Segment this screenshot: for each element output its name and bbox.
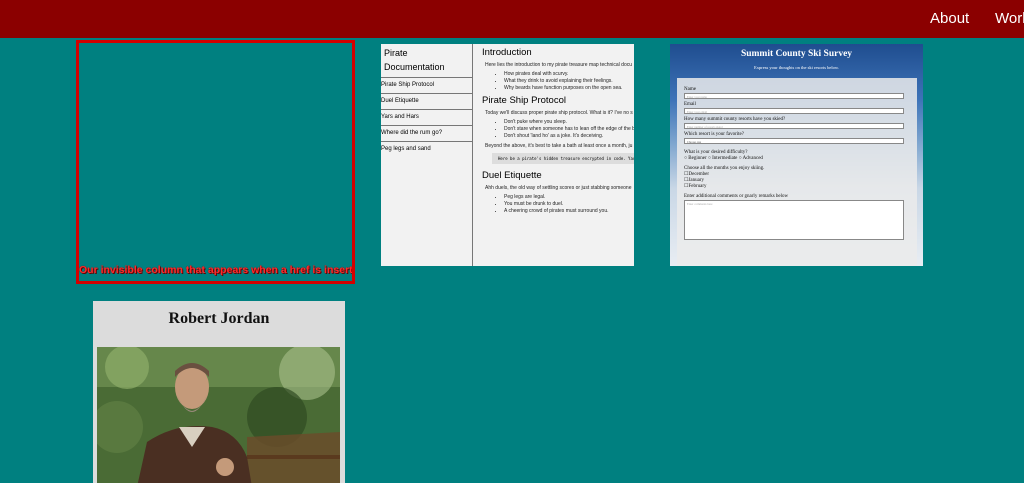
survey-title: Summit County Ski Survey (740, 49, 853, 59)
doc-paragraph: Beyond the above, it's best to take a ba… (485, 143, 633, 149)
doc-code-block: Here be a pirate's hidden treasure encry… (492, 153, 634, 164)
resorts-field[interactable]: Enter number of resorts skied (684, 123, 904, 129)
list-item: How pirates deal with scurvy. (504, 71, 634, 77)
doc-list: Peg legs are legal. You must be drunk to… (482, 194, 634, 214)
nav-link-work[interactable]: Work (995, 10, 1024, 27)
ski-survey-thumbnail[interactable]: Summit County Ski Survey Express your th… (670, 44, 923, 266)
favorite-label: Which resort is your favorite? (684, 132, 744, 137)
doc-heading: Pirate Ship Protocol (482, 95, 566, 106)
doc-nav-item[interactable]: Pirate Ship Protocol (381, 78, 472, 94)
difficulty-label: What is your desired difficulty? (684, 150, 748, 155)
doc-paragraph: Ahh duels, the old way of settling score… (485, 185, 632, 191)
doc-nav-item[interactable]: Duel Etiquette (381, 94, 472, 110)
favorite-select[interactable]: Choose one (684, 138, 904, 144)
pirate-docs-thumbnail[interactable]: Pirate Documentation Pirate Ship Protoco… (381, 44, 634, 266)
doc-paragraph: Here lies the introduction to my pirate … (485, 62, 633, 68)
author-card[interactable]: Robert Jordan (93, 301, 345, 483)
survey-form: Name Enter your name Email Enter your em… (677, 78, 917, 266)
doc-nav-item[interactable]: Yars and Hars (381, 110, 472, 126)
comments-textarea[interactable]: Enter comments here (684, 200, 904, 240)
radio-label: Beginner (688, 156, 707, 161)
survey-subtitle: Express your thoughts on the ski resorts… (754, 65, 839, 70)
list-item: A cheering crowd of pirates must surroun… (504, 208, 634, 214)
radio-label: Intermediate (712, 156, 738, 161)
radio-label: Advanced (742, 156, 763, 161)
author-name: Robert Jordan (168, 310, 270, 327)
list-item: Don't shout 'land ho' as a joke. It's de… (504, 133, 634, 139)
doc-paragraph: Today we'll discuss proper pirate ship p… (485, 110, 633, 116)
doc-heading: Introduction (482, 47, 532, 58)
comments-label: Enter additional comments or gnarly rema… (684, 194, 789, 199)
name-field[interactable]: Enter your name (684, 93, 904, 99)
resorts-label: How many summit county resorts have you … (684, 117, 786, 122)
doc-heading: Duel Etiquette (482, 170, 542, 181)
doc-list: How pirates deal with scurvy. What they … (482, 71, 634, 91)
author-photo (97, 347, 340, 483)
list-item: What they drink to avoid explaining thei… (504, 78, 634, 84)
email-field[interactable]: Enter your email (684, 108, 904, 114)
email-label: Email (684, 102, 696, 107)
list-item: Peg legs are legal. (504, 194, 634, 200)
invisible-column-card[interactable]: Our invisible column that appears when a… (76, 40, 355, 284)
list-item: Don't stare when someone has to lean off… (504, 126, 634, 132)
list-item: Why beards have function purposes on the… (504, 85, 634, 91)
doc-title: Pirate Documentation (381, 44, 472, 78)
nav-link-about[interactable]: About (930, 10, 969, 27)
list-item: You must be drunk to duel. (504, 201, 634, 207)
checkbox-label: February (688, 184, 707, 189)
radio-option-intermediate[interactable]: ○ Intermediate (708, 156, 738, 161)
name-label: Name (684, 87, 696, 92)
radio-option-advanced[interactable]: ○ Advanced (739, 156, 763, 161)
doc-main-content: Introduction Here lies the introduction … (473, 44, 634, 266)
invisible-column-caption: Our invisible column that appears when a… (79, 264, 355, 276)
month-checkbox[interactable]: ☐February (684, 183, 910, 189)
doc-nav-item[interactable]: Where did the rum go? (381, 126, 472, 142)
list-item: Don't puke where you sleep. (504, 119, 634, 125)
top-navbar: About Work (0, 0, 1024, 38)
doc-list: Don't puke where you sleep. Don't stare … (482, 119, 634, 139)
doc-sidebar: Pirate Documentation Pirate Ship Protoco… (381, 44, 473, 266)
difficulty-radios: ○ Beginner ○ Intermediate ○ Advanced (684, 156, 910, 161)
radio-option-beginner[interactable]: ○ Beginner (684, 156, 707, 161)
doc-nav-item[interactable]: Peg legs and sand (381, 142, 472, 157)
author-portrait-image (97, 347, 340, 483)
